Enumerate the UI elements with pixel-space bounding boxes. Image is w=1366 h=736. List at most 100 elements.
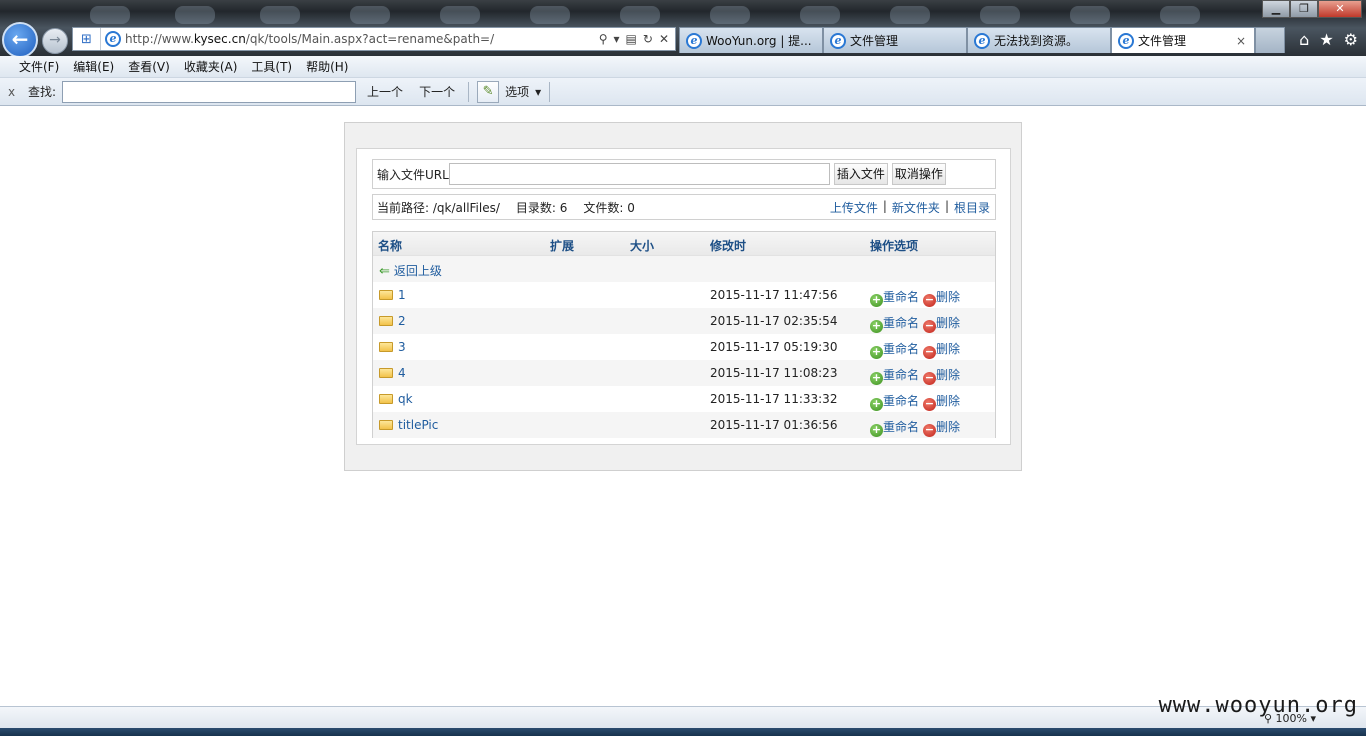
menu-view[interactable]: 查看(V)	[121, 58, 177, 75]
rename-icon[interactable]: +	[870, 424, 883, 437]
chevron-down-icon: ▾	[535, 84, 542, 99]
insert-file-button[interactable]: 插入文件	[833, 163, 888, 185]
home-icon[interactable]: ⌂	[1299, 30, 1309, 49]
rename-link[interactable]: 重命名	[883, 368, 919, 382]
folder-icon	[379, 342, 393, 352]
col-name[interactable]: 名称	[378, 237, 402, 254]
stop-icon[interactable]: ✕	[659, 32, 669, 46]
parent-dir-link[interactable]: 返回上级	[394, 264, 442, 278]
delete-link[interactable]: 删除	[936, 290, 960, 304]
address-url[interactable]: http://www.kysec.cn/qk/tools/Main.aspx?a…	[121, 32, 599, 46]
background-blur	[260, 6, 300, 24]
link-separator: |	[882, 198, 887, 213]
tab-title: 文件管理	[850, 34, 899, 48]
folder-name-link[interactable]: titlePic	[398, 418, 438, 432]
table-row: titlePic 2015-11-17 01:36:56 + 重命名 − 删除	[373, 412, 995, 438]
tab-title: 文件管理	[1138, 34, 1187, 48]
menu-help[interactable]: 帮助(H)	[299, 58, 355, 75]
rename-icon[interactable]: +	[870, 398, 883, 411]
table-row: 3 2015-11-17 05:19:30 + 重命名 − 删除	[373, 334, 995, 360]
new-folder-link[interactable]: 新文件夹	[892, 199, 940, 216]
menu-file[interactable]: 文件(F)	[12, 58, 66, 75]
delete-link[interactable]: 删除	[936, 316, 960, 330]
delete-icon[interactable]: −	[923, 346, 937, 359]
ie-tab-icon: e	[686, 32, 702, 49]
cancel-operation-button[interactable]: 取消操作	[891, 163, 946, 185]
col-mtime[interactable]: 修改时	[710, 237, 746, 254]
search-icon[interactable]: ⚲	[599, 32, 608, 46]
delete-link[interactable]: 删除	[936, 420, 960, 434]
col-actions: 操作选项	[870, 239, 919, 253]
folder-name-link[interactable]: 2	[398, 314, 406, 328]
file-url-input[interactable]	[448, 163, 830, 185]
delete-icon[interactable]: −	[923, 294, 937, 307]
tab-close-icon[interactable]: ×	[1236, 34, 1246, 48]
row-actions: + 重命名 − 删除	[870, 340, 960, 359]
url-input-label: 输入文件URL	[377, 167, 449, 182]
delete-link[interactable]: 删除	[936, 342, 960, 356]
highlight-pen-icon[interactable]: ✎	[477, 80, 500, 103]
folder-name-link[interactable]: 4	[398, 366, 406, 380]
col-size[interactable]: 大小	[630, 237, 654, 254]
rename-link[interactable]: 重命名	[883, 342, 919, 356]
dropdown-arrow-icon[interactable]: ▾	[614, 32, 620, 46]
folder-icon	[379, 290, 393, 300]
folder-icon	[379, 368, 393, 378]
folder-name-link[interactable]: 3	[398, 340, 406, 354]
modified-time: 2015-11-17 05:19:30	[710, 340, 838, 354]
find-options-button[interactable]: ✎ 选项 ▾	[477, 80, 542, 103]
folder-name-link[interactable]: 1	[398, 288, 406, 302]
background-blur	[710, 6, 750, 24]
folder-name-link[interactable]: qk	[398, 392, 413, 406]
ie-tab-icon: e	[1118, 32, 1134, 49]
rename-link[interactable]: 重命名	[883, 316, 919, 330]
restore-icon[interactable]: ❐	[1290, 0, 1318, 18]
tab-file-manager-active[interactable]: e 文件管理 ×	[1111, 27, 1255, 53]
find-next-button[interactable]: 下一个	[414, 83, 460, 100]
root-dir-link[interactable]: 根目录	[954, 199, 990, 216]
new-tab-button[interactable]	[1255, 27, 1285, 53]
minimize-icon[interactable]: ▁	[1262, 0, 1290, 18]
url-prefix: http://www.	[125, 32, 194, 46]
compatibility-view-icon[interactable]: ⊞	[73, 28, 101, 50]
tab-title: 无法找到资源。	[994, 34, 1079, 48]
find-input[interactable]	[62, 80, 357, 103]
table-header: 名称 扩展 大小 修改时 操作选项	[373, 232, 995, 256]
back-button[interactable]: ←	[2, 22, 38, 58]
delete-icon[interactable]: −	[923, 398, 937, 411]
rename-icon[interactable]: +	[870, 346, 883, 359]
rename-icon[interactable]: +	[870, 372, 883, 385]
rename-link[interactable]: 重命名	[883, 290, 919, 304]
tools-gear-icon[interactable]: ⚙	[1344, 30, 1358, 49]
menu-tools[interactable]: 工具(T)	[244, 58, 299, 75]
upload-file-link[interactable]: 上传文件	[830, 199, 878, 216]
url-domain: kysec.cn	[193, 32, 246, 46]
rename-icon[interactable]: +	[870, 320, 883, 333]
refresh-icon[interactable]: ↻	[643, 32, 653, 46]
path-info-row: 当前路径: /qk/allFiles/ 目录数: 6 文件数: 0 上传文件 |…	[372, 194, 996, 220]
favorites-star-icon[interactable]: ★	[1319, 30, 1333, 49]
forward-button[interactable]: →	[42, 28, 68, 54]
close-window-icon[interactable]: ✕	[1318, 0, 1362, 18]
menu-favorites[interactable]: 收藏夹(A)	[177, 58, 245, 75]
rename-link[interactable]: 重命名	[883, 420, 919, 434]
tab-wooyun[interactable]: e WooYun.org | 提...	[679, 27, 823, 53]
delete-link[interactable]: 删除	[936, 368, 960, 382]
delete-icon[interactable]: −	[923, 372, 937, 385]
tab-not-found[interactable]: e 无法找到资源。	[967, 27, 1111, 53]
tab-file-manager-1[interactable]: e 文件管理	[823, 27, 967, 53]
delete-icon[interactable]: −	[923, 424, 937, 437]
dir-count: 目录数: 6	[515, 200, 568, 215]
file-count: 文件数: 0	[583, 200, 635, 215]
col-ext[interactable]: 扩展	[550, 237, 574, 254]
find-prev-button[interactable]: 上一个	[362, 83, 408, 100]
delete-link[interactable]: 删除	[936, 394, 960, 408]
delete-icon[interactable]: −	[923, 320, 937, 333]
menu-edit[interactable]: 编辑(E)	[66, 58, 121, 75]
tab-title: WooYun.org | 提...	[706, 34, 812, 48]
address-bar[interactable]: ⊞ e http://www.kysec.cn/qk/tools/Main.as…	[72, 27, 676, 51]
rename-icon[interactable]: +	[870, 294, 883, 307]
find-close-icon[interactable]: x	[8, 85, 22, 99]
compat-view-icon[interactable]: ▤	[626, 32, 637, 46]
rename-link[interactable]: 重命名	[883, 394, 919, 408]
